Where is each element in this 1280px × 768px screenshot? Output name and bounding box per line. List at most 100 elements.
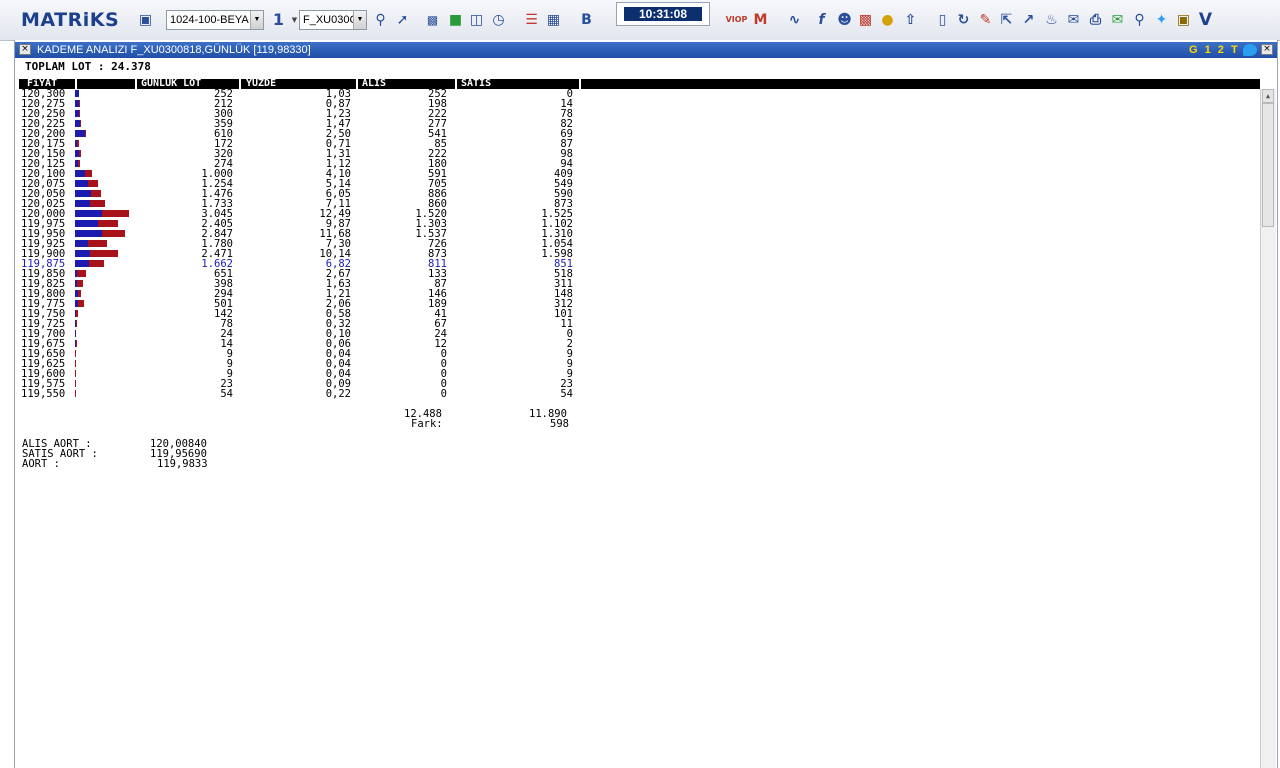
template-combo[interactable]: 1024-100-BEYA ▼ bbox=[166, 10, 264, 30]
bold-button[interactable]: B bbox=[578, 11, 595, 28]
buy-bar bbox=[75, 180, 88, 187]
row-lot: 9 bbox=[226, 368, 233, 380]
v-icon[interactable]: V bbox=[1197, 10, 1214, 30]
symbol-combo-value: F_XU030C bbox=[303, 14, 358, 26]
twitter-icon[interactable]: ✦ bbox=[1153, 11, 1170, 28]
user-icon[interactable]: ☻ bbox=[836, 11, 853, 28]
save-icon[interactable]: ▣ bbox=[137, 11, 154, 28]
header-divider bbox=[455, 79, 457, 89]
sell-bar bbox=[75, 380, 76, 387]
search-chart-icon[interactable]: ⚲ bbox=[372, 11, 389, 28]
chevron-down-icon[interactable]: ▼ bbox=[250, 11, 263, 29]
row-lot: 54 bbox=[220, 388, 233, 400]
row-buy: 0 bbox=[440, 378, 447, 390]
bar-chart-icon[interactable]: ▩ bbox=[424, 11, 441, 28]
monitor-icon[interactable]: ◫ bbox=[468, 11, 485, 28]
buy-bar bbox=[75, 210, 102, 217]
total-lot: TOPLAM LOT : 24.378 bbox=[25, 60, 151, 73]
matriks-logo: MATRiKS bbox=[21, 9, 120, 31]
sell-bar bbox=[75, 390, 76, 397]
row-lot: 9 bbox=[226, 358, 233, 370]
sell-bar bbox=[90, 250, 118, 257]
buy-bar bbox=[75, 230, 102, 237]
buy-bar bbox=[75, 190, 91, 197]
cursor-icon[interactable]: ➚ bbox=[394, 11, 411, 28]
print-icon[interactable]: ⎙ bbox=[1087, 11, 1104, 28]
row-sell: 14 bbox=[560, 98, 573, 110]
header-sell[interactable]: SATIS bbox=[461, 79, 491, 89]
list-icon[interactable]: ☰ bbox=[523, 11, 540, 28]
book-icon[interactable]: ▣ bbox=[1175, 11, 1192, 28]
row-lot: 23 bbox=[220, 378, 233, 390]
sell-bar bbox=[88, 180, 98, 187]
scroll-thumb[interactable] bbox=[1262, 103, 1274, 227]
row-pct: 0,22 bbox=[325, 388, 351, 400]
traffic-light-icon[interactable]: ● bbox=[879, 11, 896, 28]
buy-bar bbox=[75, 240, 88, 247]
table-header: FiYAT GUNLUK LOT YUZDE ALIS SATIS bbox=[19, 79, 1260, 89]
kademe-window: × KADEME ANALIZI F_XU0300818,GÜNLÜK [119… bbox=[14, 40, 1278, 768]
zoom-icon[interactable]: ⚲ bbox=[1131, 11, 1148, 28]
window-titlebar: × KADEME ANALIZI F_XU0300818,GÜNLÜK [119… bbox=[15, 42, 1277, 58]
sell-bar bbox=[76, 310, 78, 317]
row-buy: 0 bbox=[440, 388, 447, 400]
header-pct[interactable]: YUZDE bbox=[246, 79, 276, 89]
cube-icon[interactable]: ■ bbox=[447, 11, 464, 28]
sell-bar bbox=[77, 270, 86, 277]
resize-icon[interactable]: ⇱ bbox=[998, 11, 1015, 28]
row-sell: 69 bbox=[560, 128, 573, 140]
sell-bar bbox=[77, 140, 79, 147]
row-sell: 98 bbox=[560, 148, 573, 160]
row-sell: 101 bbox=[554, 308, 573, 320]
twitter-icon[interactable] bbox=[1243, 44, 1257, 56]
vertical-scrollbar[interactable]: ▲ bbox=[1260, 89, 1276, 768]
mail-icon[interactable]: ✉ bbox=[1065, 11, 1082, 28]
bars-icon[interactable]: ▩ bbox=[857, 11, 874, 28]
document-icon[interactable]: ▯ bbox=[934, 11, 951, 28]
header-divider bbox=[356, 79, 358, 89]
header-buy[interactable]: ALIS bbox=[362, 79, 386, 89]
sell-bar bbox=[78, 160, 80, 167]
clock-icon[interactable]: ◷ bbox=[490, 11, 507, 28]
sell-bar bbox=[102, 230, 125, 237]
sell-bar bbox=[91, 190, 101, 197]
chevron-down-icon[interactable]: ▼ bbox=[353, 11, 366, 29]
sell-bar bbox=[88, 240, 107, 247]
sell-bar bbox=[75, 370, 76, 377]
row-buy: 0 bbox=[440, 358, 447, 370]
page-number[interactable]: 1 bbox=[270, 10, 287, 29]
avg-value: 119,9833 bbox=[157, 458, 208, 470]
header-divider bbox=[75, 79, 77, 89]
function-icon[interactable]: f bbox=[813, 11, 830, 28]
buy-bar bbox=[75, 130, 85, 137]
sell-bar bbox=[77, 280, 83, 287]
symbol-combo[interactable]: F_XU030C ▼ bbox=[299, 10, 367, 30]
line-chart-icon[interactable]: ∿ bbox=[786, 11, 803, 28]
table-icon[interactable]: ▦ bbox=[545, 11, 562, 28]
scroll-up-icon[interactable]: ▲ bbox=[1262, 89, 1274, 103]
refresh-icon[interactable]: ↻ bbox=[955, 11, 972, 28]
chat-icon[interactable]: ✉ bbox=[1109, 11, 1126, 28]
row-sell: 0 bbox=[566, 328, 573, 340]
viop-button[interactable]: VIOP bbox=[726, 11, 748, 28]
buy-bar bbox=[75, 220, 98, 227]
m-icon[interactable]: M bbox=[752, 11, 769, 28]
row-sell: 54 bbox=[560, 388, 573, 400]
clock-box: 10:31:08 bbox=[616, 2, 710, 26]
upload-icon[interactable]: ⇧ bbox=[902, 11, 919, 28]
sell-bar bbox=[76, 340, 77, 347]
main-toolbar: MATRiKS ▣ 1024-100-BEYA ▼ 1 ▼ F_XU030C ▼ ⚲… bbox=[0, 0, 1280, 41]
external-window-icon[interactable]: ↗ bbox=[1020, 11, 1037, 28]
buy-bar bbox=[75, 200, 90, 207]
sell-bar bbox=[85, 170, 92, 177]
sell-bar bbox=[79, 110, 80, 117]
row-sell: 82 bbox=[560, 118, 573, 130]
bell-icon[interactable]: ♨ bbox=[1043, 11, 1060, 28]
window-menu-icon[interactable]: × bbox=[19, 44, 31, 55]
edit-icon[interactable]: ✎ bbox=[977, 11, 994, 28]
close-icon[interactable]: × bbox=[1261, 44, 1273, 55]
header-lot[interactable]: GUNLUK LOT bbox=[141, 79, 201, 89]
sell-bar bbox=[79, 100, 80, 107]
window-title: KADEME ANALIZI F_XU0300818,GÜNLÜK [119,9… bbox=[37, 44, 311, 56]
header-divider bbox=[135, 79, 137, 89]
